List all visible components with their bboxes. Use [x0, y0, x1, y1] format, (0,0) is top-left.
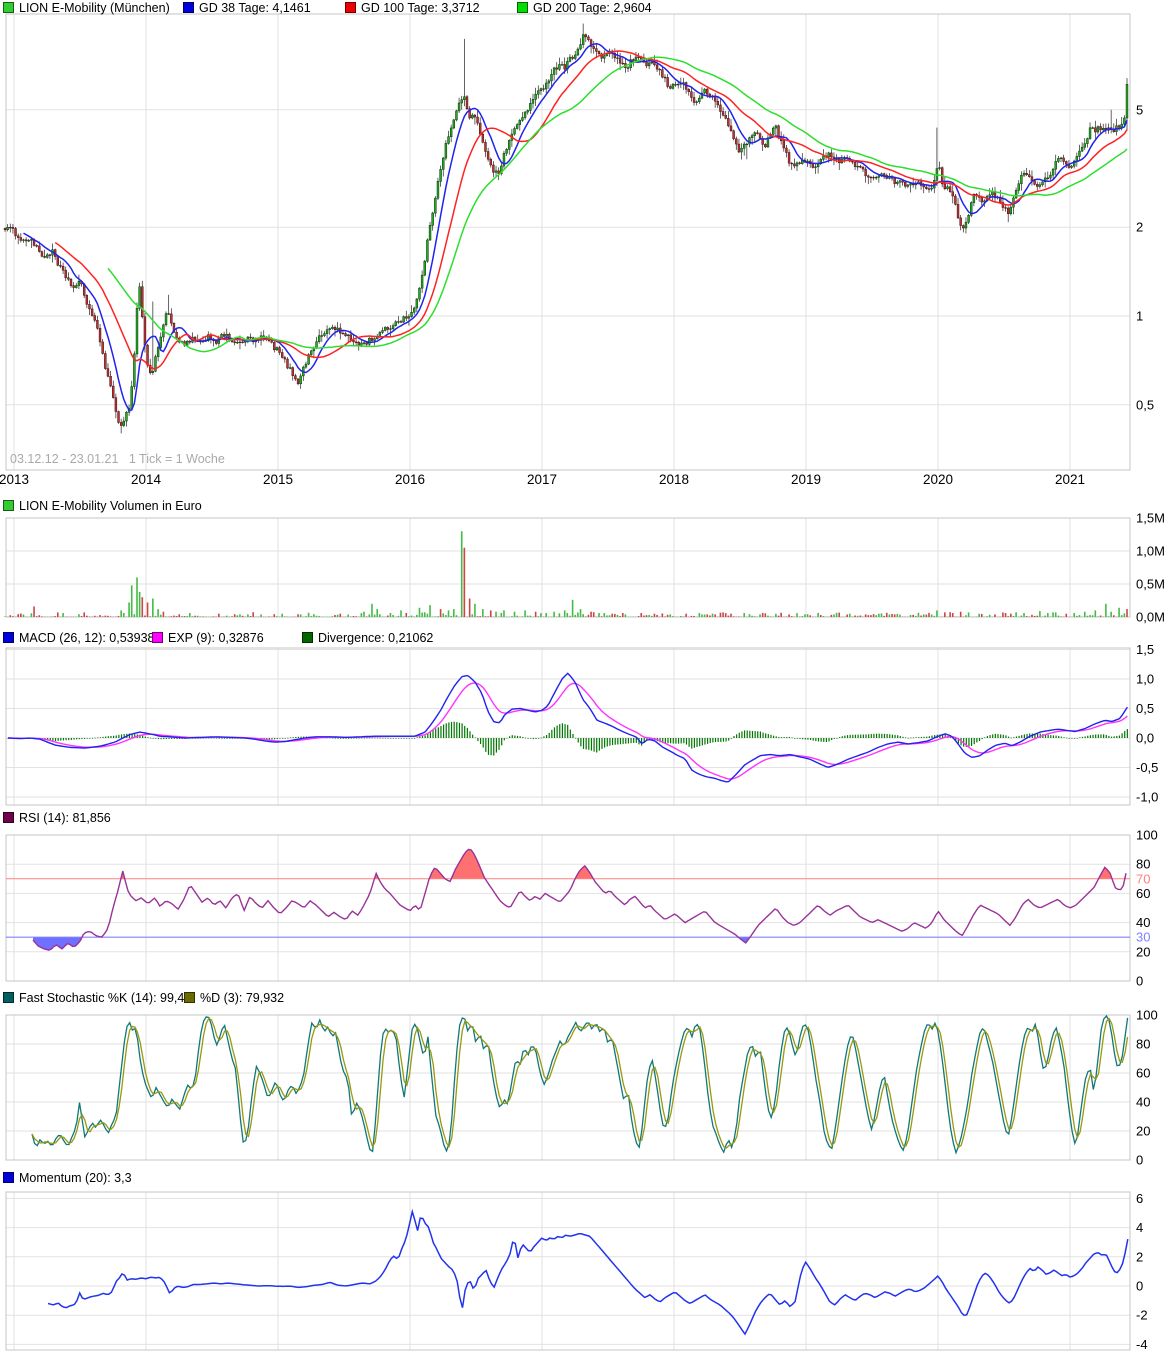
chart-page: 5 2 1 0,5 0,0M 0,5M 1,0M 1,5M 1,5 1,0 0,5 0,0 -0,5 -1… — [0, 0, 1175, 1358]
momentum-line — [47, 1208, 1129, 1336]
stochastic-y-tick-label: 20 — [1136, 1124, 1150, 1139]
main-y-tick-label: 0,5 — [1136, 397, 1154, 412]
legend-item-stoch-k: Fast Stochastic %K (14): 99,49 — [3, 991, 191, 1005]
divergence-label: Divergence: 0,21062 — [318, 631, 434, 645]
macd-y-tick-label: -1,0 — [1136, 790, 1158, 805]
stochastic-legend: Fast Stochastic %K (14): 99,49 %D (3): 7… — [0, 991, 1175, 1005]
momentum-label: Momentum (20): 3,3 — [19, 1171, 132, 1185]
legend-item-stoch-d: %D (3): 79,932 — [184, 991, 284, 1005]
stoch-k-swatch — [3, 992, 14, 1003]
rsi-swatch — [3, 812, 14, 823]
momentum-border — [5, 1191, 1131, 1351]
legend-item-gd100: GD 100 Tage: 3,3712 — [345, 1, 480, 15]
legend-item-stock: LION E-Mobility (München) — [3, 1, 170, 15]
stoch-k-label: Fast Stochastic %K (14): 99,49 — [19, 991, 192, 1005]
volume-y-tick-label: 0,0M — [1136, 610, 1165, 625]
stochastic-y-tick-label: 100 — [1136, 1008, 1158, 1023]
main-chart-legend: LION E-Mobility (München) GD 38 Tage: 4,… — [0, 1, 1175, 15]
rsi-y-tick-label: 70 — [1136, 871, 1150, 886]
macd-y-tick-label: 1,0 — [1136, 672, 1154, 687]
macd-legend: MACD (26, 12): 0,53938 EXP (9): 0,32876 … — [0, 631, 1175, 645]
main-y-tick-label: 5 — [1136, 102, 1143, 117]
x-tick-label: 2019 — [791, 472, 821, 487]
stochastic-y-tick-label: 40 — [1136, 1095, 1150, 1110]
momentum-y-tick-label: -4 — [1136, 1337, 1148, 1352]
rsi-border — [5, 834, 1131, 982]
legend-item-divergence: Divergence: 0,21062 — [302, 631, 433, 645]
legend-item-rsi: RSI (14): 81,856 — [3, 811, 111, 825]
gd200-swatch — [517, 2, 528, 13]
rsi-label: RSI (14): 81,856 — [19, 811, 111, 825]
candlestick-series — [3, 23, 1129, 434]
stochastic-y-tick-label: 0 — [1136, 1153, 1143, 1168]
stock-series-swatch — [3, 2, 14, 13]
momentum-y-tick-label: 0 — [1136, 1279, 1143, 1294]
date-range-note: 03.12.12 - 23.01.21 1 Tick = 1 Woche — [10, 452, 225, 466]
x-tick-label: 2014 — [131, 472, 162, 487]
legend-item-exp: EXP (9): 0,32876 — [152, 631, 264, 645]
main-y-tick-label: 2 — [1136, 220, 1143, 235]
x-tick-label: 2018 — [659, 472, 689, 487]
gd100-swatch — [345, 2, 356, 13]
macd-y-tick-label: -0,5 — [1136, 760, 1158, 775]
momentum-y-tick-label: 6 — [1136, 1191, 1143, 1206]
macd-swatch — [3, 632, 14, 643]
macd-histogram — [7, 721, 1128, 756]
macd-y-tick-label: 0,0 — [1136, 731, 1154, 746]
momentum-y-tick-label: 4 — [1136, 1220, 1143, 1235]
volume-legend: LION E-Mobility Volumen in Euro — [0, 499, 1175, 513]
gd100-label: GD 100 Tage: 3,3712 — [361, 1, 480, 15]
rsi-y-tick-label: 80 — [1136, 857, 1150, 872]
stock-series-label: LION E-Mobility (München) — [19, 1, 170, 15]
exp-label: EXP (9): 0,32876 — [168, 631, 264, 645]
exp-swatch — [152, 632, 163, 643]
x-tick-label: 2021 — [1055, 472, 1085, 487]
momentum-legend: Momentum (20): 3,3 — [0, 1171, 1175, 1185]
volume-bars — [4, 531, 1128, 617]
main-y-tick-label: 1 — [1136, 309, 1143, 324]
legend-item-macd: MACD (26, 12): 0,53938 — [3, 631, 155, 645]
divergence-swatch — [302, 632, 313, 643]
legend-item-gd200: GD 200 Tage: 2,9604 — [517, 1, 652, 15]
x-tick-label: 2016 — [395, 472, 425, 487]
stoch-d-swatch — [184, 992, 195, 1003]
x-tick-label: 2013 — [0, 472, 29, 487]
chart-canvas[interactable]: 5210,50,0M0,5M1,0M1,5M1,51,00,50,0-0,5-1… — [0, 0, 1175, 1358]
ma-line-20 — [54, 50, 1128, 370]
rsi-legend: RSI (14): 81,856 — [0, 811, 1175, 825]
momentum-y-tick-label: 2 — [1136, 1249, 1143, 1264]
momentum-y-tick-label: -2 — [1136, 1308, 1148, 1323]
rsi-y-tick-label: 20 — [1136, 944, 1150, 959]
rsi-y-tick-label: 100 — [1136, 828, 1158, 843]
x-tick-label: 2017 — [527, 472, 557, 487]
momentum-swatch — [3, 1172, 14, 1183]
macd-label: MACD (26, 12): 0,53938 — [19, 631, 155, 645]
rsi-y-tick-label: 30 — [1136, 930, 1150, 945]
stochastic-k-line — [31, 1014, 1129, 1155]
stochastic-y-tick-label: 60 — [1136, 1066, 1150, 1081]
rsi-y-tick-label: 60 — [1136, 886, 1150, 901]
stoch-d-label: %D (3): 79,932 — [200, 991, 285, 1005]
volume-border — [5, 517, 1131, 618]
x-tick-label: 2015 — [263, 472, 293, 487]
legend-item-momentum: Momentum (20): 3,3 — [3, 1171, 132, 1185]
volume-y-tick-label: 1,0M — [1136, 544, 1165, 559]
volume-swatch — [3, 500, 14, 511]
legend-item-volume: LION E-Mobility Volumen in Euro — [3, 499, 202, 513]
x-tick-label: 2020 — [923, 472, 953, 487]
stochastic-y-tick-label: 80 — [1136, 1037, 1150, 1052]
main-border — [5, 13, 1131, 471]
macd-y-tick-label: 0,5 — [1136, 701, 1154, 716]
legend-item-gd38: GD 38 Tage: 4,1461 — [183, 1, 311, 15]
rsi-y-tick-label: 40 — [1136, 915, 1150, 930]
volume-label: LION E-Mobility Volumen in Euro — [19, 499, 202, 513]
gd200-label: GD 200 Tage: 2,9604 — [533, 1, 652, 15]
gd38-swatch — [183, 2, 194, 13]
rsi-y-tick-label: 0 — [1136, 974, 1143, 989]
volume-y-tick-label: 0,5M — [1136, 577, 1165, 592]
gd38-label: GD 38 Tage: 4,1461 — [199, 1, 311, 15]
